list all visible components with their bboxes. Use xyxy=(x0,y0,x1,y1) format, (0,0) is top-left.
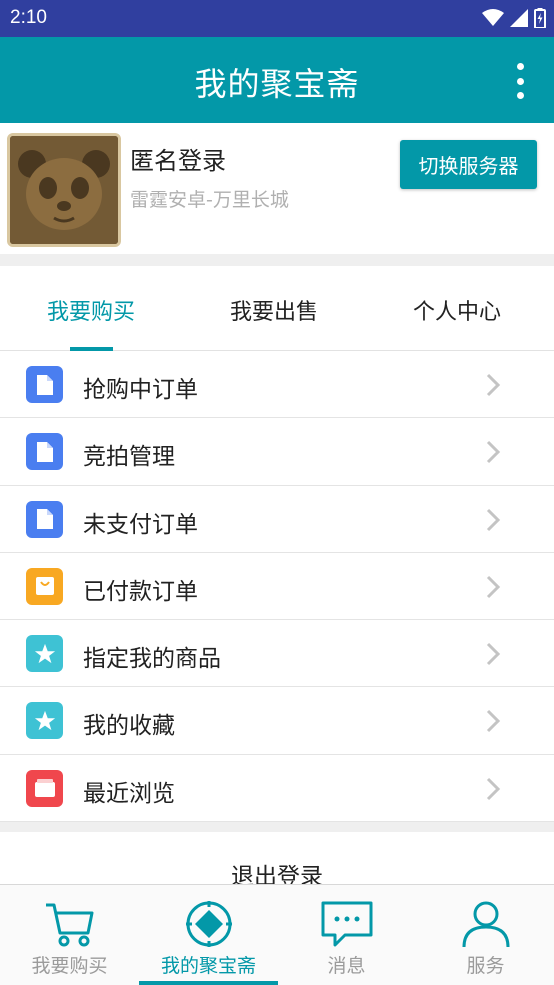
shopping-bag-icon xyxy=(26,567,63,605)
nav-item-messages[interactable]: 消息 xyxy=(277,885,416,985)
list-item-label: 已付款订单 xyxy=(83,578,198,605)
list-item-label: 我的收藏 xyxy=(83,713,175,740)
list-item-designated-goods[interactable]: 指定我的商品 xyxy=(0,620,554,688)
document-icon xyxy=(26,500,63,538)
star-icon xyxy=(26,702,63,740)
list-item-label: 指定我的商品 xyxy=(83,646,221,673)
list-item-auction-management[interactable]: 竞拍管理 xyxy=(0,418,554,486)
overflow-menu-icon[interactable] xyxy=(514,63,526,99)
document-icon xyxy=(26,433,63,471)
star-icon xyxy=(26,635,63,673)
menu-list: 抢购中订单 竞拍管理 未支付订单 已付款订单 指定我的商品 我的收藏 最近浏览 xyxy=(0,351,554,823)
list-item-paid-orders[interactable]: 已付款订单 xyxy=(0,553,554,621)
chevron-right-icon xyxy=(486,508,501,531)
chevron-right-icon xyxy=(486,710,501,733)
panda-avatar-icon xyxy=(10,136,118,244)
person-icon xyxy=(462,901,510,948)
list-item-flash-orders[interactable]: 抢购中订单 xyxy=(0,351,554,419)
app-bar: 我的聚宝斋 xyxy=(0,37,554,123)
nav-label: 服务 xyxy=(466,955,505,977)
folder-icon xyxy=(26,769,63,807)
nav-item-service[interactable]: 服务 xyxy=(416,885,554,985)
user-name: 匿名登录 xyxy=(130,147,226,175)
message-icon xyxy=(321,901,373,947)
cart-icon xyxy=(46,903,94,947)
list-item-label: 未支付订单 xyxy=(83,511,198,538)
chevron-right-icon xyxy=(486,441,501,464)
logout-button[interactable]: 退出登录 xyxy=(0,832,554,890)
wifi-icon xyxy=(482,9,504,26)
nav-label: 消息 xyxy=(327,955,366,977)
nav-item-my-treasure[interactable]: 我的聚宝斋 xyxy=(139,885,278,985)
status-time: 2:10 xyxy=(10,7,47,28)
status-bar: 2:10 xyxy=(0,0,554,37)
nav-label: 我的聚宝斋 xyxy=(160,955,256,977)
nav-active-indicator xyxy=(139,981,278,985)
battery-icon xyxy=(534,8,546,28)
chevron-right-icon xyxy=(486,643,501,666)
chevron-right-icon xyxy=(486,777,501,800)
nav-item-buy[interactable]: 我要购买 xyxy=(0,885,139,985)
chevron-right-icon xyxy=(486,373,501,397)
page-title: 我的聚宝斋 xyxy=(194,65,360,103)
list-item-label: 竞拍管理 xyxy=(83,444,175,471)
tab-buy[interactable]: 我要购买 xyxy=(16,294,166,326)
bottom-navigation: 我要购买 我的聚宝斋 消息 服务 xyxy=(0,884,554,985)
profile-card: 匿名登录 雷霆安卓-万里长城 切换服务器 xyxy=(0,123,554,254)
tab-bar: 我要购买 我要出售 个人中心 xyxy=(0,266,554,351)
avatar[interactable] xyxy=(7,133,121,247)
status-icons xyxy=(482,7,546,29)
server-name: 雷霆安卓-万里长城 xyxy=(130,189,289,211)
tab-personal-center[interactable]: 个人中心 xyxy=(382,294,532,326)
switch-server-button[interactable]: 切换服务器 xyxy=(400,140,537,189)
document-icon xyxy=(26,366,63,403)
nav-label: 我要购买 xyxy=(31,955,108,977)
list-item-label: 抢购中订单 xyxy=(83,377,198,403)
chevron-right-icon xyxy=(486,575,501,598)
list-item-unpaid-orders[interactable]: 未支付订单 xyxy=(0,486,554,553)
list-item-label: 最近浏览 xyxy=(83,780,175,807)
compass-icon xyxy=(186,901,232,947)
tab-sell[interactable]: 我要出售 xyxy=(199,294,349,326)
list-item-favorites[interactable]: 我的收藏 xyxy=(0,687,554,755)
signal-icon xyxy=(510,9,528,27)
list-item-recently-viewed[interactable]: 最近浏览 xyxy=(0,755,554,823)
